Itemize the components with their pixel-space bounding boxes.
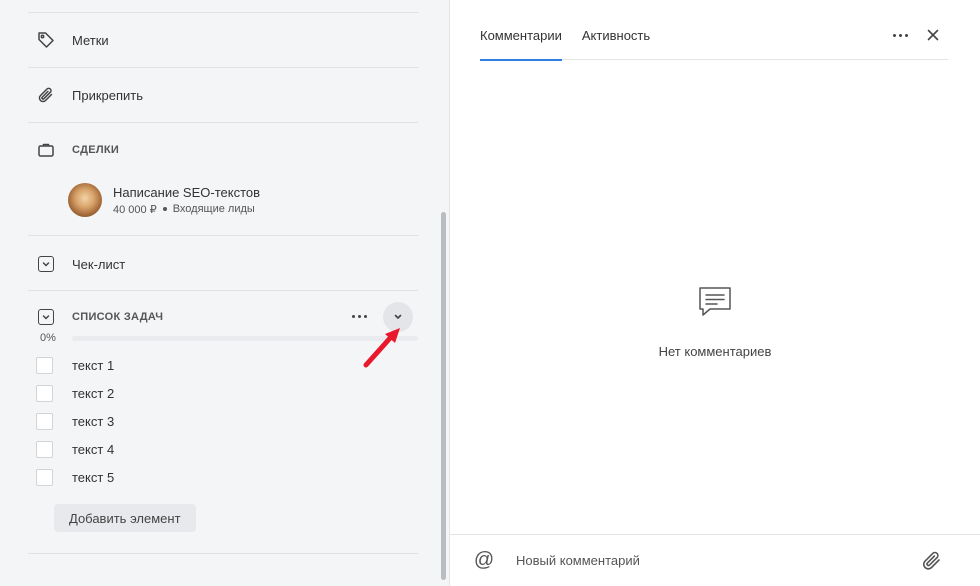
- divider: [28, 553, 418, 554]
- deal-title[interactable]: Написание SEO-текстов: [113, 185, 260, 200]
- comment-input[interactable]: [516, 549, 896, 571]
- divider: [28, 290, 418, 291]
- empty-comments-text: Нет комментариев: [658, 344, 772, 359]
- deal-meta: 40 000 ₽ Входящие лиды: [113, 203, 260, 216]
- more-dots-icon: [351, 314, 355, 318]
- task-checkbox[interactable]: [36, 413, 53, 430]
- task-list-header[interactable]: СПИСОК ЗАДАЧ: [36, 307, 163, 327]
- task-checkbox[interactable]: [36, 441, 53, 458]
- labels-row-label: Метки: [72, 32, 109, 48]
- divider: [28, 67, 418, 68]
- task-item-label: текст 1: [72, 358, 115, 373]
- task-progress-label: 0%: [40, 332, 56, 344]
- scrollbar-thumb[interactable]: [441, 212, 446, 580]
- deal-stage: Входящие лиды: [172, 203, 255, 215]
- checkbox-icon: [36, 307, 56, 327]
- labels-row[interactable]: Метки: [36, 30, 109, 50]
- close-button[interactable]: [922, 24, 944, 46]
- comment-bubble-icon: [699, 287, 731, 316]
- chevron-down-icon: [394, 314, 402, 319]
- task-checkbox[interactable]: [36, 357, 53, 374]
- attach-row-label: Прикрепить: [72, 87, 144, 103]
- avatar: [68, 183, 102, 217]
- tab-bar: Комментарии Активность: [480, 0, 948, 61]
- checkbox-icon: [36, 254, 56, 274]
- task-item[interactable]: текст 1: [36, 357, 114, 374]
- task-item[interactable]: текст 3: [36, 413, 114, 430]
- task-item-label: текст 4: [72, 442, 115, 457]
- checklist-row-label: Чек-лист: [72, 256, 126, 272]
- deal-card[interactable]: Написание SEO-текстов 40 000 ₽ Входящие …: [68, 183, 260, 217]
- more-dots-icon: [892, 33, 896, 37]
- deals-section-title: СДЕЛКИ: [72, 144, 120, 156]
- paperclip-icon[interactable]: [920, 549, 944, 573]
- add-item-button[interactable]: Добавить элемент: [54, 504, 196, 532]
- deal-amount: 40 000 ₽: [113, 203, 157, 216]
- task-item[interactable]: текст 2: [36, 385, 114, 402]
- panel-more-button[interactable]: [888, 25, 912, 45]
- task-checkbox[interactable]: [36, 469, 53, 486]
- comment-composer: @: [450, 534, 980, 586]
- divider: [28, 235, 418, 236]
- task-item-label: текст 5: [72, 470, 115, 485]
- task-details-panel: Метки Прикрепить СДЕЛКИ Написание SEO-те…: [0, 0, 450, 586]
- task-item[interactable]: текст 5: [36, 469, 114, 486]
- task-item-label: текст 2: [72, 386, 115, 401]
- separator-dot: [162, 207, 167, 211]
- checklist-row[interactable]: Чек-лист: [36, 254, 125, 274]
- deals-section-header: СДЕЛКИ: [36, 140, 119, 160]
- annotation-arrow-icon: [363, 328, 400, 368]
- tag-icon: [36, 30, 56, 50]
- divider: [28, 122, 418, 123]
- task-list-title: СПИСОК ЗАДАЧ: [72, 311, 164, 323]
- paperclip-icon: [36, 85, 56, 105]
- task-checkbox[interactable]: [36, 385, 53, 402]
- divider: [28, 12, 418, 13]
- tab-activity[interactable]: Активность: [582, 0, 650, 60]
- briefcase-icon: [36, 140, 56, 160]
- close-icon: [927, 29, 939, 41]
- tab-comments[interactable]: Комментарии: [480, 0, 562, 61]
- comments-panel: Комментарии Активность Нет комментариев …: [450, 0, 980, 586]
- attach-row[interactable]: Прикрепить: [36, 85, 143, 105]
- task-item-label: текст 3: [72, 414, 115, 429]
- task-item[interactable]: текст 4: [36, 441, 114, 458]
- mention-icon[interactable]: @: [471, 547, 497, 573]
